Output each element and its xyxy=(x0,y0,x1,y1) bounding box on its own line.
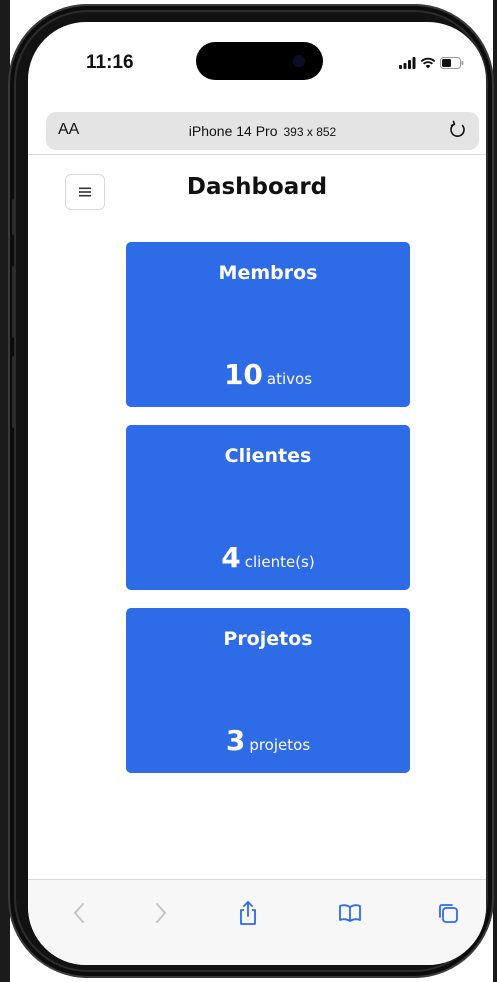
back-button[interactable] xyxy=(64,898,94,928)
phone-frame: 11:16 AA iPhone 14 Pro 393 x 852 Dashboa… xyxy=(8,4,494,978)
address-bar-divider xyxy=(28,154,486,155)
phone-screen: 11:16 AA iPhone 14 Pro 393 x 852 Dashboa… xyxy=(28,22,486,965)
share-icon xyxy=(240,901,256,925)
device-dimensions: 393 x 852 xyxy=(283,125,337,139)
card-title: Projetos xyxy=(223,628,313,650)
wifi-icon xyxy=(420,57,436,69)
battery-icon xyxy=(440,57,464,69)
card-title: Clientes xyxy=(224,445,312,467)
card-value: 3 projetos xyxy=(126,724,410,757)
card-membros[interactable]: Membros 10 ativos xyxy=(126,242,410,407)
menu-button[interactable] xyxy=(65,174,105,210)
reload-icon[interactable] xyxy=(447,119,469,141)
bookmarks-icon xyxy=(339,904,361,922)
card-number: 4 xyxy=(221,541,241,574)
hamburger-menu-icon xyxy=(79,187,91,197)
forward-button[interactable] xyxy=(146,898,176,928)
card-clientes[interactable]: Clientes 4 cliente(s) xyxy=(126,425,410,590)
status-icons xyxy=(399,57,464,69)
card-title: Membros xyxy=(218,262,318,284)
address-bar[interactable]: AA iPhone 14 Pro 393 x 852 xyxy=(46,112,479,150)
tabs-button[interactable] xyxy=(433,898,463,928)
status-time: 11:16 xyxy=(86,52,134,73)
signal-icon xyxy=(399,57,416,69)
camera-icon xyxy=(293,55,305,67)
device-name: iPhone 14 Pro xyxy=(188,123,278,139)
share-button[interactable] xyxy=(233,898,263,928)
simulator-window: 11:16 AA iPhone 14 Pro 393 x 852 Dashboa… xyxy=(0,0,497,982)
card-projetos[interactable]: Projetos 3 projetos xyxy=(126,608,410,773)
dynamic-island xyxy=(196,42,323,80)
bookmarks-button[interactable] xyxy=(335,898,365,928)
back-icon xyxy=(74,903,84,923)
card-value: 10 ativos xyxy=(126,358,410,391)
card-number: 3 xyxy=(225,724,246,757)
tabs-icon xyxy=(439,904,458,923)
card-number: 10 xyxy=(223,358,263,391)
card-unit: ativos xyxy=(266,370,313,388)
card-value: 4 cliente(s) xyxy=(126,541,410,574)
address-text: iPhone 14 Pro 393 x 852 xyxy=(46,123,479,139)
card-unit: cliente(s) xyxy=(244,553,315,571)
card-unit: projetos xyxy=(249,736,311,754)
browser-toolbar xyxy=(28,879,486,965)
forward-icon xyxy=(156,903,166,923)
